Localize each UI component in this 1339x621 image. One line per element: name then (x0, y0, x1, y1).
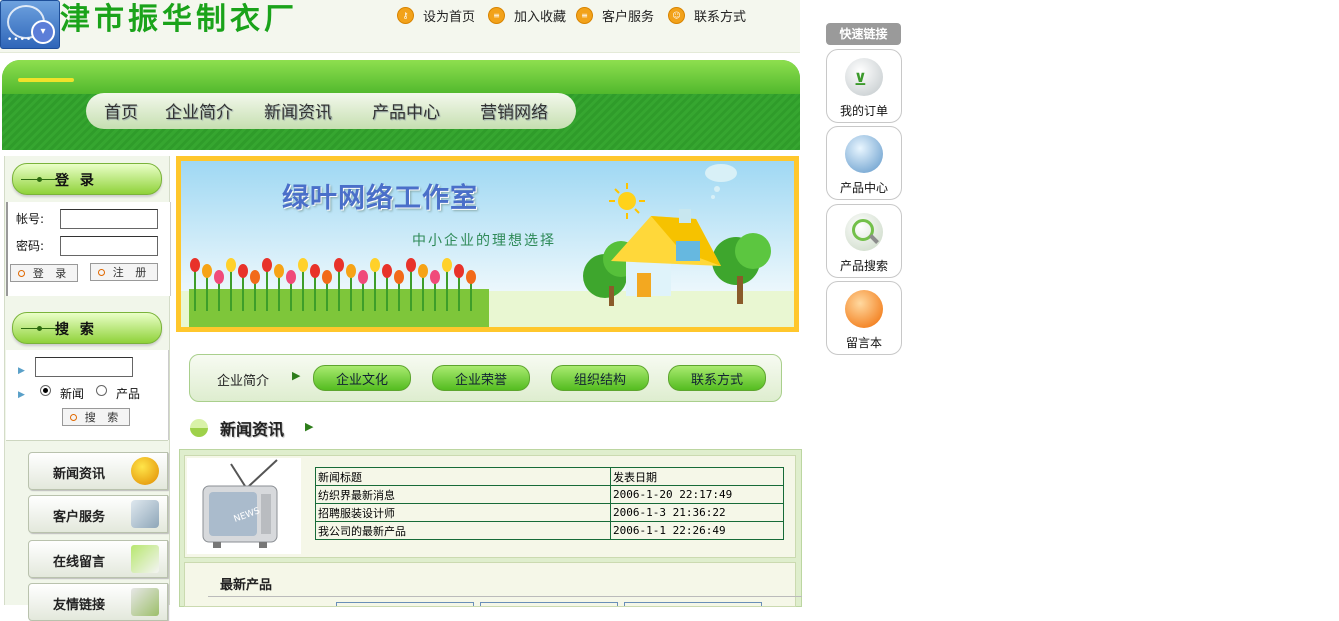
news-date: 2006-1-3 21:36:22 (610, 503, 784, 522)
login-button[interactable]: 登 录 (10, 264, 78, 282)
table-row[interactable]: 纺织界最新消息 2006-1-20 22:17:49 (315, 485, 784, 504)
arrow-right-icon: ▶ (292, 369, 301, 382)
column-header-date: 发表日期 (610, 467, 784, 486)
set-homepage-link[interactable]: ⚷ 设为首页 (397, 6, 476, 25)
table-row[interactable]: 招聘服装设计师 2006-1-3 21:36:22 (315, 503, 784, 522)
news-date: 2006-1-20 22:17:49 (610, 485, 784, 504)
radio-news-label: 新闻 (60, 387, 85, 401)
arrow-right-icon: ▶ (305, 420, 314, 433)
arrow-icon: ▶ (18, 390, 25, 400)
quick-link-search[interactable]: 产品搜索 (826, 204, 902, 278)
pen-icon (131, 588, 159, 616)
quick-link-orders[interactable]: ⊻ 我的订单 (826, 49, 902, 123)
sub-nav-label: 企业简介 (217, 374, 270, 389)
quick-links-heading: 快速链接 (826, 23, 901, 45)
account-input[interactable] (60, 209, 158, 229)
quick-link-guestbook-label: 留言本 (845, 336, 882, 350)
column-header-title: 新闻标题 (315, 467, 611, 486)
products-icon (845, 135, 883, 173)
guestbook-icon (845, 290, 883, 328)
add-favorite-link[interactable]: ≡ 加入收藏 (488, 6, 567, 25)
password-input[interactable] (60, 236, 158, 256)
side-button-links[interactable]: 友情链接 (28, 583, 168, 621)
side-button-news[interactable]: 新闻资讯 (28, 452, 168, 490)
radio-news[interactable] (40, 385, 51, 396)
service-icon: ≡ (576, 6, 593, 24)
table-row[interactable]: 我公司的最新产品 2006-1-1 22:26:49 (315, 521, 784, 540)
key-icon: ⚷ (397, 6, 414, 24)
site-title: 津市振华制衣厂 (60, 2, 298, 37)
side-button-links-label: 友情链接 (53, 598, 106, 613)
pill-structure[interactable]: 组织结构 (551, 365, 649, 391)
quick-link-products[interactable]: 产品中心 (826, 126, 902, 200)
nav-item-about[interactable]: 企业简介 (165, 98, 233, 123)
pill-honors[interactable]: 企业荣誉 (432, 365, 530, 391)
contact-link[interactable]: ☺ 联系方式 (668, 6, 747, 25)
news-table: 新闻标题 发表日期 纺织界最新消息 2006-1-20 22:17:49 招聘服… (315, 467, 784, 540)
search-input[interactable] (35, 357, 133, 377)
nav-item-home[interactable]: 首页 (104, 98, 138, 123)
banner-title: 绿叶网络工作室 (282, 183, 478, 214)
phone-icon (131, 500, 159, 528)
radio-product-label: 产品 (116, 387, 141, 401)
quick-link-orders-label: 我的订单 (839, 104, 888, 118)
set-homepage-label: 设为首页 (423, 9, 476, 25)
register-button-label: 注 册 (112, 266, 151, 279)
product-thumbnail[interactable] (480, 602, 618, 606)
nav-item-marketing[interactable]: 营销网络 (480, 98, 548, 123)
fingerprint-logo-icon[interactable]: ▾ •••• (0, 0, 60, 49)
login-button-label: 登 录 (32, 267, 71, 280)
customer-service-link[interactable]: ≡ 客户服务 (576, 6, 655, 25)
bullet-icon (190, 419, 208, 437)
magnifier-icon (845, 213, 883, 251)
divider (6, 440, 168, 441)
side-button-message[interactable]: 在线留言 (28, 540, 168, 578)
product-thumbnail[interactable] (624, 602, 762, 606)
password-label: 密码: (16, 239, 45, 253)
login-heading: 登 录 (55, 173, 97, 189)
contact-icon: ☺ (668, 6, 685, 24)
pill-contact[interactable]: 联系方式 (668, 365, 766, 391)
quick-link-guestbook[interactable]: 留言本 (826, 281, 902, 355)
news-date: 2006-1-1 22:26:49 (610, 521, 784, 540)
quick-link-search-label: 产品搜索 (839, 259, 888, 273)
radio-product[interactable] (96, 385, 107, 396)
side-button-news-label: 新闻资讯 (53, 467, 106, 482)
products-heading: 最新产品 (220, 578, 273, 593)
customer-service-label: 客户服务 (602, 9, 655, 25)
notepad-icon (131, 545, 159, 573)
search-heading: 搜 索 (55, 322, 97, 338)
products-panel (184, 562, 796, 607)
quick-link-products-label: 产品中心 (839, 181, 888, 195)
contact-label: 联系方式 (694, 9, 747, 25)
search-button-label: 搜 索 (84, 411, 123, 424)
add-favorite-label: 加入收藏 (514, 9, 567, 25)
register-button[interactable]: 注 册 (90, 263, 158, 281)
bookmark-icon: ≡ (488, 6, 505, 24)
table-header-row: 新闻标题 发表日期 (315, 467, 784, 486)
globe-icon (131, 457, 159, 485)
side-button-service-label: 客户服务 (53, 510, 106, 525)
cart-icon: ⊻ (845, 58, 883, 96)
account-label: 帐号: (16, 212, 45, 226)
news-title[interactable]: 招聘服装设计师 (315, 503, 611, 522)
nav-item-products[interactable]: 产品中心 (372, 98, 440, 123)
news-heading: 新闻资讯 (220, 420, 285, 439)
product-thumbnail[interactable] (336, 602, 474, 606)
search-button[interactable]: 搜 索 (62, 408, 130, 426)
login-heading-bar: 登 录 (12, 163, 162, 195)
banner-slogan: 中小企业的理想选择 (412, 233, 556, 249)
arrow-icon: ▶ (18, 366, 25, 376)
side-button-service[interactable]: 客户服务 (28, 495, 168, 533)
news-title[interactable]: 我公司的最新产品 (315, 521, 611, 540)
nav-item-news[interactable]: 新闻资讯 (264, 98, 332, 123)
side-button-message-label: 在线留言 (53, 555, 106, 570)
pill-culture[interactable]: 企业文化 (313, 365, 411, 391)
tv-news-icon: NEWS (187, 458, 301, 554)
search-heading-bar: 搜 索 (12, 312, 162, 344)
divider (208, 596, 802, 597)
news-title[interactable]: 纺织界最新消息 (315, 485, 611, 504)
